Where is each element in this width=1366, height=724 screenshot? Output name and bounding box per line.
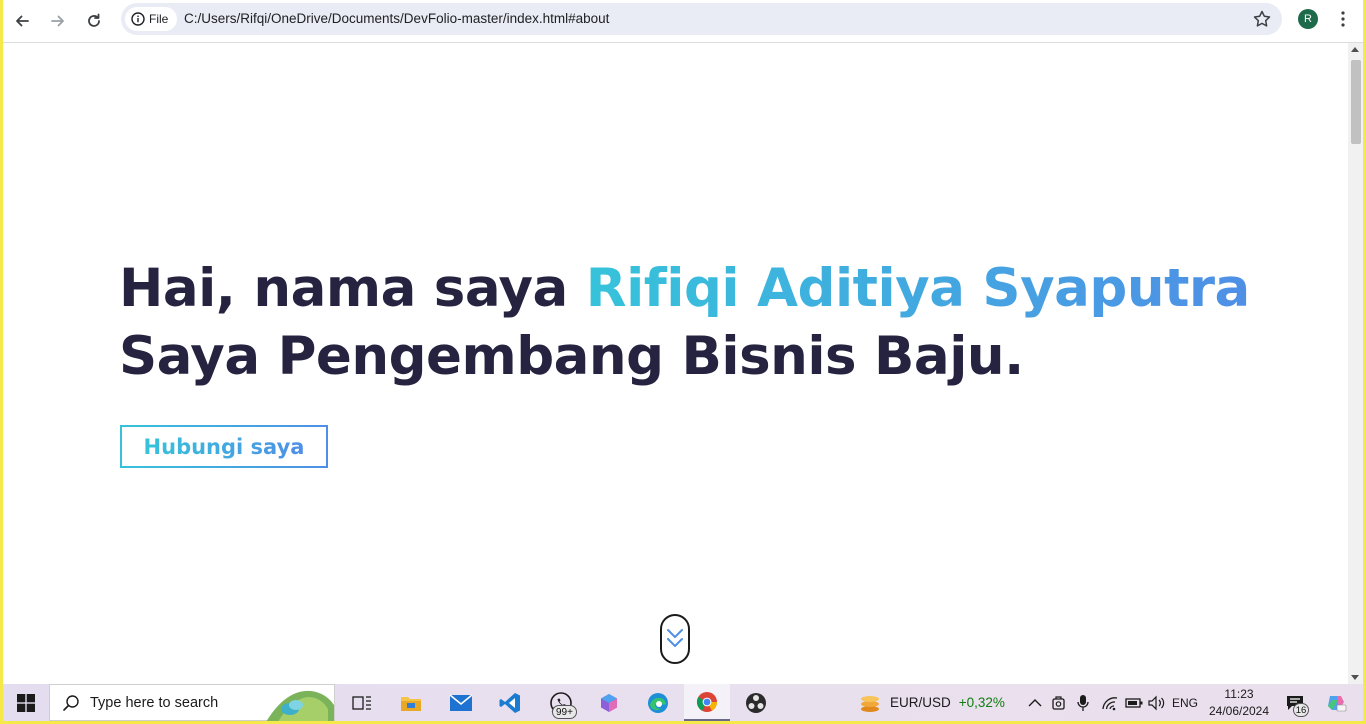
battery-icon [1125,697,1143,708]
chevron-up-icon [1028,698,1042,706]
browser-window: File C:/Users/Rifqi/OneDrive/Documents/D… [3,0,1363,721]
contact-button-label: Hubungi saya [143,434,305,459]
forward-button[interactable] [43,6,73,36]
microphone-tray-button[interactable] [1073,684,1093,721]
search-input[interactable] [90,694,260,711]
chrome-button[interactable] [684,684,730,721]
reload-icon [88,13,100,27]
copilot-icon [601,693,617,712]
profile-avatar[interactable]: R [1298,9,1318,29]
arrow-right-icon [51,15,64,27]
address-bar[interactable]: File C:/Users/Rifqi/OneDrive/Documents/D… [121,3,1282,35]
market-widget[interactable]: EUR/USD +0,32% [858,684,1005,721]
info-icon [131,12,145,26]
taskbar-search[interactable] [49,684,335,721]
coins-icon [861,695,879,712]
mail-icon [449,693,473,711]
show-hidden-icons-button[interactable] [1025,684,1045,721]
volume-tray-button[interactable] [1146,684,1168,721]
clock-date: 24/06/2024 [1208,704,1270,718]
more-vertical-icon [1341,11,1345,27]
url-text[interactable]: C:/Users/Rifqi/OneDrive/Documents/DevFol… [184,11,609,26]
scroll-thumb[interactable] [1351,60,1361,144]
camera-icon [1052,695,1065,710]
back-button[interactable] [7,6,37,36]
vscode-icon [499,692,520,713]
copilot-preview-button[interactable] [1321,684,1351,721]
search-highlight-illustration-icon [266,690,334,721]
copilot-preview-icon [1328,695,1347,711]
wifi-icon [1102,696,1118,710]
language-indicator[interactable]: ENG [1170,684,1200,721]
site-info-chip[interactable]: File [125,7,177,31]
contact-button[interactable]: Hubungi saya [120,425,328,468]
whatsapp-unread-badge: 99+ [552,705,577,719]
page-scrollbar[interactable] [1348,43,1363,684]
clock-time: 11:23 [1224,687,1254,701]
hero-name: Rifiqi Aditiya Syaputra [585,258,1251,319]
ticker-pair: EUR/USD [890,695,951,710]
scroll-down-indicator[interactable] [660,614,690,664]
start-button[interactable] [5,684,47,721]
taskbar-clock[interactable]: 11:23 24/06/2024 [1201,686,1277,720]
obs-button[interactable] [738,684,774,721]
microphone-icon [1077,694,1089,711]
reload-button[interactable] [79,6,109,36]
browser-menu-button[interactable] [1333,9,1353,29]
arrow-left-icon [16,15,29,27]
bookmark-star-icon[interactable] [1252,9,1272,29]
scroll-down-arrow-icon[interactable] [1351,675,1359,680]
speaker-icon [1148,695,1165,710]
battery-tray-button[interactable] [1123,684,1145,721]
task-view-icon [352,695,371,710]
copilot-app-button[interactable] [591,684,627,721]
edge-icon [648,692,668,713]
ticker-change: +0,32% [958,695,1005,710]
windows-logo-icon [17,693,35,712]
vscode-button[interactable] [493,684,527,721]
hero-tagline: Saya Pengembang Bisnis Baju. [119,326,1024,387]
browser-toolbar: File C:/Users/Rifqi/OneDrive/Documents/D… [3,0,1363,43]
hero-heading-line1: Hai, nama saya Rifiqi Aditiya Syaputra [119,258,1250,319]
double-chevron-down-icon [667,629,683,647]
obs-icon [746,692,766,713]
scroll-up-arrow-icon[interactable] [1351,47,1359,52]
task-view-button[interactable] [345,684,379,721]
site-chip-label: File [149,12,169,26]
notification-count-badge: 16 [1293,703,1309,717]
folder-icon [401,696,421,711]
mail-app-button[interactable] [444,684,478,721]
network-tray-button[interactable] [1099,684,1121,721]
search-icon [63,694,79,711]
hero-greeting: Hai, nama saya [119,258,586,319]
edge-button[interactable] [640,684,676,721]
camera-tray-button[interactable] [1049,684,1069,721]
chrome-icon [696,691,718,712]
language-label: ENG [1171,695,1198,710]
windows-taskbar: 99+ [3,684,1363,721]
file-explorer-button[interactable] [394,684,428,721]
